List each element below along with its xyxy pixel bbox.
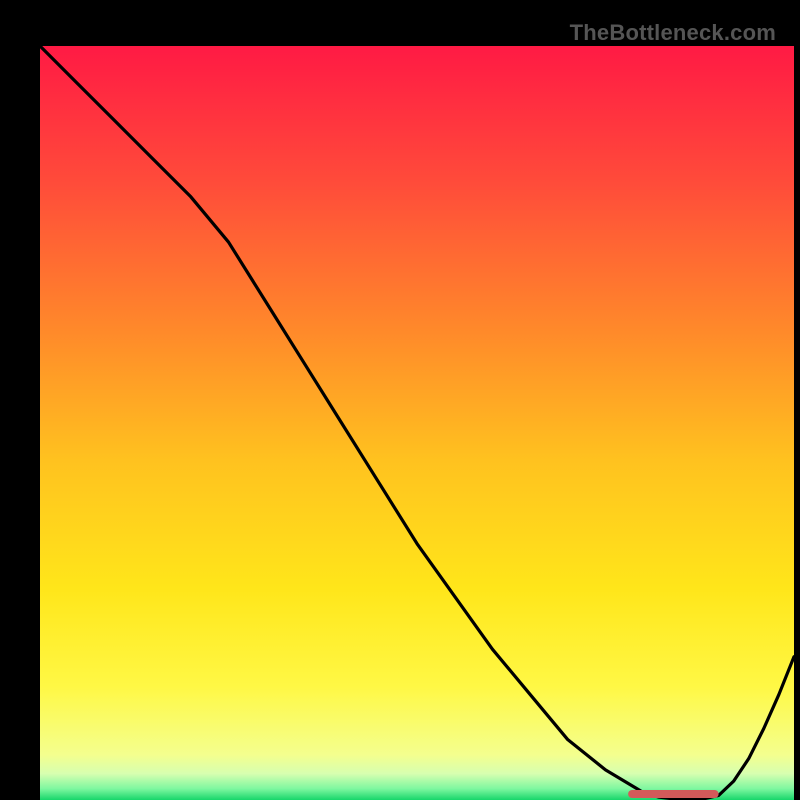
watermark-text: TheBottleneck.com xyxy=(570,20,776,46)
plot-area xyxy=(40,46,794,800)
chart-svg xyxy=(40,46,794,800)
chart-frame: TheBottleneck.com xyxy=(20,20,780,780)
highlight-segment xyxy=(628,790,718,798)
